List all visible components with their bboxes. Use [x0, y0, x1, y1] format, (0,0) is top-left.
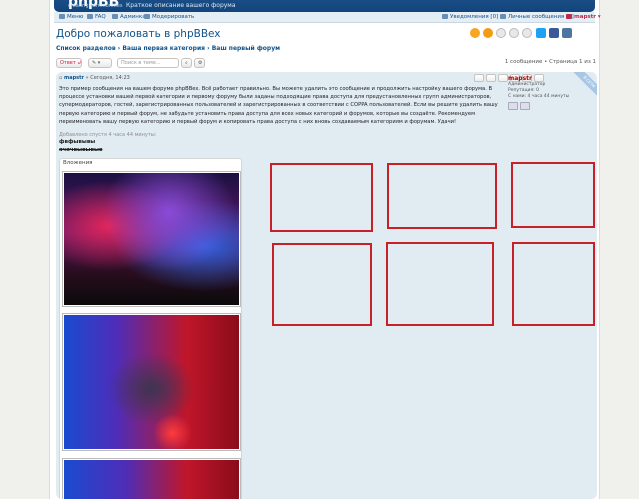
user-avatar-icon [566, 14, 572, 19]
breadcrumb-sep: › [117, 45, 121, 52]
post-date: » Сегодня, 14:23 [85, 75, 130, 81]
nav-faq[interactable]: FAQ [87, 14, 106, 20]
moderate-icon [144, 14, 150, 19]
concert-photo-singer [64, 315, 239, 449]
print-icon[interactable] [522, 28, 532, 38]
concert-photo-third [64, 460, 239, 499]
concert-photo-stage [64, 173, 239, 305]
vk-icon[interactable] [562, 28, 572, 38]
search-icon[interactable]: ⌕ [181, 58, 192, 68]
breadcrumb-index[interactable]: Список разделов [56, 45, 116, 52]
pm-icon[interactable] [508, 102, 518, 110]
breadcrumb: Список разделов › Ваша первая категория … [56, 45, 280, 52]
attachment-image[interactable] [62, 171, 241, 307]
nav-faq-label: FAQ [95, 14, 106, 20]
faq-icon [87, 14, 93, 19]
post-body: Это пример сообщения на вашем форуме php… [59, 86, 498, 125]
envelope-icon [500, 14, 506, 19]
nav-admin-label: Админка [120, 14, 146, 20]
nav-notifications[interactable]: Уведомления [0] [442, 14, 498, 20]
twitter-icon[interactable] [536, 28, 546, 38]
nav-moderate-label: Модерировать [152, 14, 195, 20]
nav-menu-label: Меню [67, 14, 84, 20]
admin-icon [112, 14, 118, 19]
share-icon[interactable] [496, 28, 506, 38]
annotation-rectangle [511, 162, 595, 228]
breadcrumb-category[interactable]: Ваша первая категория [122, 45, 205, 52]
post-text-line-2: ячячвывывыв [59, 147, 103, 153]
site-header: phpBB creating communities Краткое описа… [54, 0, 595, 12]
profile-online-time: С нами: 4 часа 44 минуты [508, 94, 570, 99]
post-added-notice: Добавлено спустя 4 часа 44 минуты: [59, 132, 157, 138]
post-author[interactable]: mapstr [64, 75, 84, 81]
attachment-image[interactable] [62, 313, 241, 451]
contact-icon[interactable] [520, 102, 530, 110]
post-profile: mapstr Администратор Репутация: 0 С нами… [508, 75, 594, 115]
topic-search-input[interactable]: Поиск в теме... [117, 58, 179, 68]
advanced-search-icon[interactable]: ⚙ [194, 58, 205, 68]
nav-admin[interactable]: Админка [112, 14, 146, 20]
info-icon[interactable] [498, 74, 508, 82]
nav-bar: Меню FAQ Админка Модерировать Уведомлени… [54, 12, 601, 23]
post-header: ▫ mapstr » Сегодня, 14:23 [59, 75, 130, 81]
menu-icon [59, 14, 65, 19]
attachments-label: Вложения [63, 160, 93, 166]
site-logo-tagline: creating communities [68, 3, 123, 9]
warn-icon[interactable] [486, 74, 496, 82]
nav-messages[interactable]: Личные сообщения [0] [500, 14, 574, 20]
annotation-rectangle [270, 163, 373, 232]
bell-icon [442, 14, 448, 19]
nav-menu[interactable]: Меню [59, 14, 83, 20]
topic-toolbar: Ответ ↲ ✎ ▾ Поиск в теме... ⌕ ⚙ 1 сообще… [56, 58, 596, 69]
nav-moderate[interactable]: Модерировать [144, 14, 194, 20]
report-icon[interactable] [474, 74, 484, 82]
annotation-rectangle [386, 242, 494, 326]
topic-title[interactable]: Добро пожаловать в phpBBex [56, 28, 221, 40]
post-link-icon[interactable]: ▫ [59, 75, 62, 81]
site-description: Краткое описание вашего форума [126, 2, 236, 9]
reply-label: Ответ [60, 60, 76, 66]
nav-user-label: mapstr [574, 14, 596, 20]
tools-button[interactable]: ✎ ▾ [88, 58, 112, 68]
subscribe-icon[interactable] [470, 28, 480, 38]
reply-button[interactable]: Ответ ↲ [56, 58, 82, 68]
facebook-icon[interactable] [549, 28, 559, 38]
nav-messages-label: Личные сообщения [0] [508, 14, 574, 20]
annotation-rectangle [387, 163, 497, 229]
attachments-box: Вложения [59, 158, 242, 499]
breadcrumb-forum[interactable]: Ваш первый форум [212, 45, 280, 52]
rss-icon[interactable] [509, 28, 519, 38]
attachment-image[interactable] [62, 458, 241, 499]
post-text-line-1: фвфывывы [59, 139, 96, 145]
bookmark-icon[interactable] [483, 28, 493, 38]
pagination: 1 сообщение • Страница 1 из 1 [504, 59, 596, 65]
breadcrumb-sep: › [207, 45, 210, 52]
nav-notifications-label: Уведомления [0] [450, 14, 499, 20]
nav-user[interactable]: mapstr ▾ [566, 14, 601, 20]
annotation-rectangle [272, 243, 372, 326]
annotation-rectangle [512, 242, 595, 326]
